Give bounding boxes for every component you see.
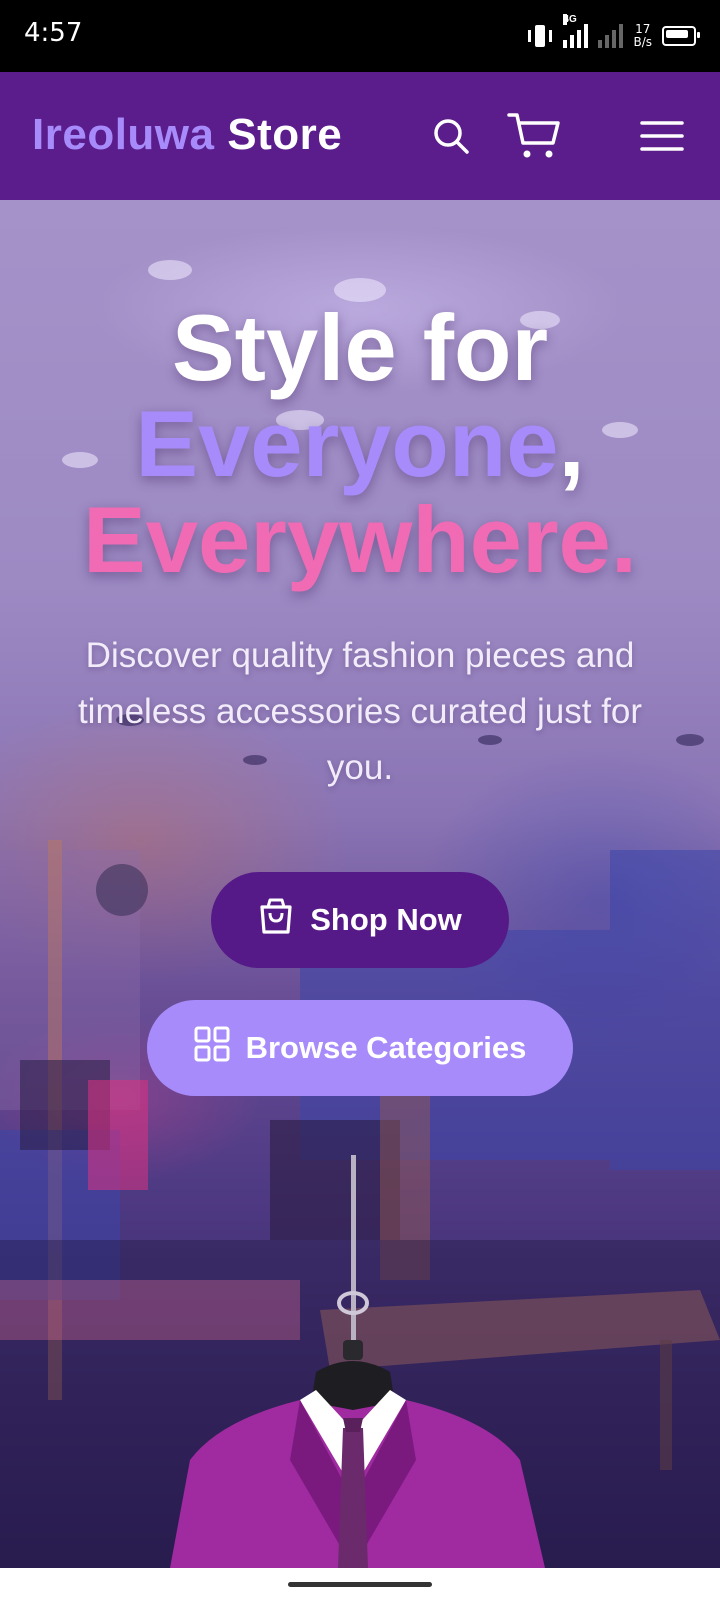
network-speed-unit: B/s [633,35,652,49]
cart-icon[interactable] [506,72,562,200]
status-time: 4:57 [24,18,83,48]
shop-now-button[interactable]: Shop Now [211,872,509,968]
menu-icon[interactable] [636,72,688,200]
hero-subtitle: Discover quality fashion pieces and time… [77,636,643,787]
status-icons: 4G 17 B/s [527,14,700,54]
grid-icon [194,1026,230,1070]
browse-categories-label: Browse Categories [245,1030,527,1065]
hero-headline-everywhere: Everywhere [83,487,611,592]
brand-name-first: Ireoluwa [32,110,215,159]
brand-logo[interactable]: Ireoluwa Store [32,110,342,160]
hero-headline-comma: , [558,391,585,496]
status-bar: 4:57 4G 17 B/s [0,0,720,72]
gesture-navigation-bar [0,1568,720,1600]
hero-headline-line2: Everyone, [0,394,720,494]
site-header: Ireoluwa Store [0,72,720,200]
browse-categories-button[interactable]: Browse Categories [147,1000,573,1096]
hero-headline-period: . [610,487,637,592]
battery-icon [662,26,700,46]
network-type: 4G [563,14,577,25]
brand-name-second: Store [227,110,343,159]
hero-headline-line3: Everywhere. [0,490,720,590]
home-indicator[interactable] [288,1582,432,1587]
hero-headline-everyone: Everyone [135,391,559,496]
network-speed: 17 B/s [633,23,652,49]
shopping-bag-icon [258,897,294,943]
signal-icon: 4G [563,14,589,48]
hero-headline-line1: Style for [171,295,549,400]
vibrate-icon [527,23,553,49]
hero-section: Style for Everyone, Everywhere. Discover… [0,200,720,1568]
search-icon[interactable] [428,72,474,200]
signal-icon-secondary [598,24,624,48]
shop-now-label: Shop Now [310,902,462,937]
